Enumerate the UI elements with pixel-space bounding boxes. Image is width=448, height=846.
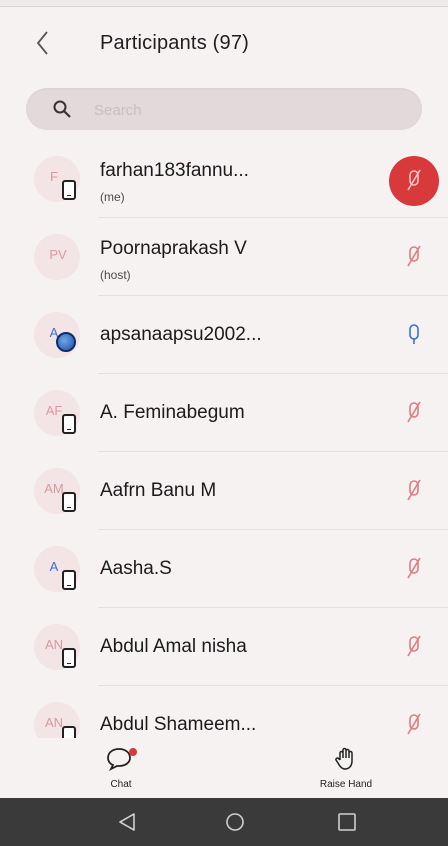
participant-list[interactable]: F farhan183fannu... (me) PV Poornaprakas… bbox=[0, 140, 448, 740]
avatar-initials: PV bbox=[49, 247, 67, 262]
system-nav-bar bbox=[0, 798, 448, 846]
participant-role: (host) bbox=[100, 268, 131, 282]
avatar: AF bbox=[34, 390, 80, 436]
chat-button[interactable]: Chat bbox=[96, 746, 146, 790]
mic-muted-icon[interactable] bbox=[404, 712, 424, 738]
participant-row[interactable]: AF A. Feminabegum bbox=[0, 374, 448, 452]
nav-recents-icon[interactable] bbox=[334, 810, 360, 834]
participant-row[interactable]: F farhan183fannu... (me) bbox=[0, 140, 448, 218]
back-button[interactable] bbox=[28, 28, 58, 58]
mic-on-icon[interactable] bbox=[404, 322, 424, 348]
phone-icon bbox=[62, 414, 76, 434]
web-client-icon bbox=[56, 332, 76, 352]
search-bar[interactable] bbox=[26, 88, 422, 132]
participant-row[interactable]: A Aasha.S bbox=[0, 530, 448, 608]
nav-home-icon[interactable] bbox=[222, 810, 248, 834]
chevron-left-icon bbox=[36, 31, 48, 55]
avatar: A bbox=[34, 546, 80, 592]
participant-row[interactable]: A apsanaapsu2002... bbox=[0, 296, 448, 374]
raise-hand-label: Raise Hand bbox=[319, 779, 373, 790]
hand-icon bbox=[335, 747, 353, 770]
phone-icon bbox=[62, 648, 76, 668]
participant-name: Aasha.S bbox=[100, 558, 172, 579]
participant-name: Aafrn Banu M bbox=[100, 480, 217, 501]
avatar: AN bbox=[34, 624, 80, 670]
participant-name: Poornaprakash V bbox=[100, 238, 247, 259]
phone-icon bbox=[62, 492, 76, 512]
avatar: PV bbox=[34, 234, 80, 280]
mic-muted-icon[interactable] bbox=[404, 634, 424, 660]
search-input[interactable] bbox=[92, 88, 396, 132]
mic-muted-icon[interactable] bbox=[404, 244, 424, 270]
participant-name: farhan183fannu... bbox=[100, 160, 249, 181]
page-title: Participants (97) bbox=[100, 32, 250, 54]
participant-name: A. Feminabegum bbox=[100, 402, 245, 423]
raise-hand-button[interactable]: Raise Hand bbox=[306, 746, 386, 790]
phone-icon bbox=[62, 570, 76, 590]
participant-row[interactable]: AM Aafrn Banu M bbox=[0, 452, 448, 530]
search-icon bbox=[53, 100, 71, 118]
chat-icon bbox=[107, 748, 137, 772]
header: Participants (97) bbox=[0, 6, 448, 76]
participant-name: Abdul Shameem... bbox=[100, 714, 257, 735]
nav-back-icon[interactable] bbox=[114, 810, 140, 834]
phone-icon bbox=[62, 180, 76, 200]
avatar: A bbox=[34, 312, 80, 358]
participant-row[interactable]: AN Abdul Shameem... bbox=[0, 686, 448, 740]
avatar: AN bbox=[34, 702, 80, 740]
mute-toggle-button[interactable] bbox=[389, 156, 439, 206]
participant-name: apsanaapsu2002... bbox=[100, 324, 262, 345]
unread-dot bbox=[129, 748, 137, 756]
mic-muted-icon[interactable] bbox=[404, 400, 424, 426]
avatar: AM bbox=[34, 468, 80, 514]
mic-muted-icon[interactable] bbox=[404, 478, 424, 504]
participant-row[interactable]: PV Poornaprakash V (host) bbox=[0, 218, 448, 296]
mic-muted-icon bbox=[407, 169, 421, 191]
chat-label: Chat bbox=[110, 779, 132, 790]
avatar: F bbox=[34, 156, 80, 202]
participant-row[interactable]: AN Abdul Amal nisha bbox=[0, 608, 448, 686]
participant-role: (me) bbox=[100, 190, 125, 204]
mic-muted-icon[interactable] bbox=[404, 556, 424, 582]
bottom-toolbar: Chat Raise Hand bbox=[0, 738, 448, 798]
participant-name: Abdul Amal nisha bbox=[100, 636, 247, 657]
